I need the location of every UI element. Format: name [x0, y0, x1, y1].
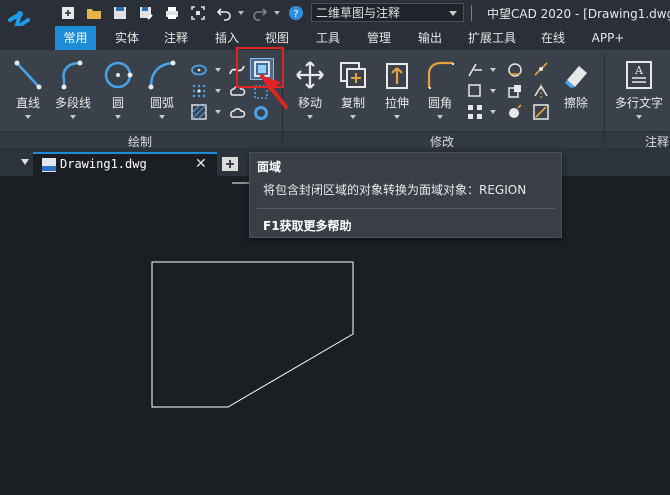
arc-dropdown-icon	[159, 115, 165, 119]
tab-online[interactable]: 在线	[533, 26, 573, 50]
arc-button[interactable]: 圆弧	[137, 58, 187, 124]
tab-app-plus[interactable]: APP+	[585, 26, 631, 50]
explode-icon[interactable]	[506, 103, 524, 121]
tooltip-help-hint: F1获取更多帮助	[263, 219, 352, 233]
region-tooltip: 面域 将包含封闭区域的对象转换为面域对象：REGION F1获取更多帮助	[249, 152, 562, 238]
polyline-dropdown-icon	[70, 115, 76, 119]
polyline-button[interactable]: 多段线	[48, 58, 98, 124]
polyline-button-label: 多段线	[54, 96, 91, 110]
tab-extend-tools[interactable]: 扩展工具	[463, 26, 521, 50]
polyline-icon	[61, 60, 83, 90]
tooltip-divider	[257, 208, 555, 209]
stretch-icon	[386, 63, 408, 89]
workspace-select[interactable]: 二维草图与注释	[311, 3, 464, 22]
document-menu-icon[interactable]	[21, 159, 29, 165]
move-dropdown-icon	[307, 115, 313, 119]
tab-tools[interactable]: 工具	[308, 26, 348, 50]
tab-home[interactable]: 常用	[55, 26, 96, 50]
line-button[interactable]: 直线	[3, 58, 53, 124]
circle-dropdown-icon	[115, 115, 121, 119]
fillet-icon	[427, 61, 454, 89]
tab-output[interactable]: 输出	[410, 26, 450, 50]
move-icon	[296, 61, 324, 89]
line-dropdown-icon	[25, 115, 31, 119]
copy-button-label: 复制	[340, 96, 365, 110]
help-icon[interactable]: ?	[288, 5, 304, 21]
cloud-icon[interactable]	[228, 103, 246, 121]
ellipse-icon[interactable]	[190, 61, 208, 79]
fillet-dropdown-icon	[437, 115, 443, 119]
line-button-label: 直线	[15, 96, 40, 110]
line-icon	[14, 60, 42, 90]
plus-icon	[226, 160, 234, 168]
hatch-icon[interactable]	[190, 103, 208, 121]
new-file-icon[interactable]	[60, 5, 76, 21]
open-folder-icon[interactable]	[86, 5, 102, 21]
mirror-icon[interactable]	[532, 82, 550, 100]
circle-button-label: 圆	[111, 96, 124, 110]
scale-icon[interactable]	[506, 82, 524, 100]
erase-button[interactable]: 擦除	[551, 58, 601, 124]
tooltip-title: 面域	[257, 160, 282, 174]
eraser-icon	[565, 66, 587, 88]
tooltip-description: 将包含封闭区域的对象转换为面域对象：REGION	[263, 183, 527, 197]
break-icon[interactable]	[532, 103, 550, 121]
ribbon-group-label-bar	[0, 131, 670, 148]
svg-text:?: ?	[293, 9, 298, 20]
new-tab-button[interactable]	[222, 157, 238, 171]
tab-manage[interactable]: 管理	[359, 26, 399, 50]
mtext-dropdown-icon	[636, 115, 642, 119]
trim-dropdown-icon[interactable]	[490, 68, 496, 72]
close-icon[interactable]: ✕	[195, 156, 207, 172]
redo-dropdown-icon[interactable]	[274, 11, 280, 15]
title-separator	[471, 5, 472, 21]
mtext-button-label: 多行文字	[614, 96, 663, 110]
tab-annotate[interactable]: 注释	[156, 26, 196, 50]
rotate-icon[interactable]	[466, 82, 484, 100]
mtext-icon: A	[626, 61, 652, 89]
document-tab-drawing1[interactable]: Drawing1.dwg ✕	[33, 152, 217, 176]
group-divider	[604, 54, 605, 146]
chevron-down-icon	[449, 11, 457, 16]
fillet-button[interactable]: 圆角	[415, 58, 465, 124]
hatch-dropdown-icon[interactable]	[215, 110, 221, 114]
arc-icon	[148, 60, 176, 90]
point-dropdown-icon[interactable]	[215, 89, 221, 93]
copy-button[interactable]: 复制	[328, 58, 378, 124]
ellipse-dropdown-icon[interactable]	[215, 68, 221, 72]
erase-button-label: 擦除	[563, 96, 588, 110]
quick-access-toolbar: ?	[60, 4, 314, 22]
point-icon[interactable]	[190, 82, 208, 100]
tab-solid[interactable]: 实体	[107, 26, 147, 50]
circle-icon	[104, 61, 133, 89]
array-icon[interactable]	[466, 103, 484, 121]
zoom-extents-icon[interactable]	[190, 5, 206, 21]
trim-icon[interactable]	[466, 61, 484, 79]
fillet-button-label: 圆角	[427, 96, 452, 110]
stretch-dropdown-icon	[394, 115, 400, 119]
offset-icon[interactable]	[506, 61, 524, 79]
workspace-select-value: 二维草图与注释	[316, 6, 401, 20]
document-tab-label: Drawing1.dwg	[60, 157, 147, 171]
dwg-file-icon	[42, 158, 56, 172]
redo-icon[interactable]	[252, 5, 268, 21]
mtext-button[interactable]: A 多行文字	[612, 58, 666, 124]
rotate-dropdown-icon[interactable]	[490, 89, 496, 93]
circle-button[interactable]: 圆	[93, 58, 143, 124]
window-title: 中望CAD 2020 - [Drawing1.dwg]	[487, 7, 670, 21]
print-icon[interactable]	[164, 5, 180, 21]
array-dropdown-icon[interactable]	[490, 110, 496, 114]
svg-text:A: A	[634, 64, 644, 77]
copy-dropdown-icon	[350, 115, 356, 119]
donut-icon[interactable]	[252, 104, 270, 122]
copy-icon	[340, 62, 366, 88]
join-icon[interactable]	[532, 61, 550, 79]
region-highlight-box	[236, 47, 284, 88]
undo-dropdown-icon[interactable]	[238, 11, 244, 15]
undo-icon[interactable]	[216, 5, 232, 21]
save-as-icon[interactable]	[138, 5, 154, 21]
ribbon-tab-bar: 常用 实体 注释 插入 视图 工具 管理 输出 扩展工具 在线 APP+	[0, 26, 670, 50]
arc-button-label: 圆弧	[149, 96, 174, 110]
save-icon[interactable]	[112, 5, 128, 21]
